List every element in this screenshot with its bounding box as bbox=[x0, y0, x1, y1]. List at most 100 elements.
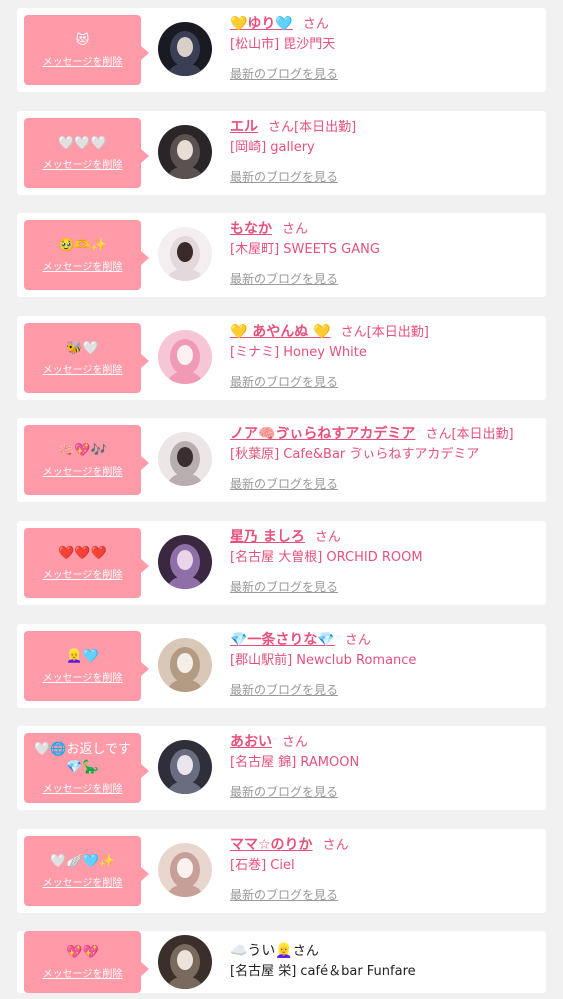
avatar[interactable] bbox=[158, 638, 212, 692]
avatar-photo bbox=[158, 125, 212, 179]
cast-info: 💛ゆり🩵 さん [松山市] 毘沙門天最新のブログを見る bbox=[230, 12, 540, 83]
name-row: 💛ゆり🩵 さん bbox=[230, 12, 540, 34]
cast-name-link: ☁️うい👱‍♀️ bbox=[230, 943, 293, 959]
avatar[interactable] bbox=[158, 125, 212, 179]
message-card: 💖💖 メッセージを削除 ☁️うい👱‍♀️さん [名古屋 栄] café＆bar Fun… bbox=[17, 931, 546, 993]
cast-name-link[interactable]: 💛ゆり🩵 bbox=[230, 16, 293, 32]
shop-name: [名古屋 大曽根] ORCHID ROOM bbox=[230, 550, 423, 565]
shop-name: [松山市] 毘沙門天 bbox=[230, 37, 336, 52]
honorific: さん bbox=[302, 17, 329, 32]
message-text: 👱‍♀️🩵 bbox=[66, 648, 99, 664]
message-card: 🤍🪽🩵✨ メッセージを削除 ママ☆のりか さん [石巻] Ciel 最新のブログを見る bbox=[17, 829, 546, 913]
honorific: さん bbox=[282, 735, 309, 750]
delete-message-link[interactable]: メッセージを削除 bbox=[43, 466, 123, 479]
message-card: 🐝🤍 メッセージを削除 💛 あやんぬ 💛 さん[本日出勤] [ミナミ] Honey Wh… bbox=[17, 316, 546, 400]
cast-name-link[interactable]: ノア🧠ゔぃらねすアカデミア bbox=[230, 426, 415, 442]
shop-name: [岡崎] gallery bbox=[230, 140, 315, 155]
avatar[interactable] bbox=[158, 843, 212, 897]
shop-name: [秋葉原] Cafe&Bar ゔぃらねすアカデミア bbox=[230, 447, 480, 462]
latest-blog-link[interactable]: 最新のブログを見る bbox=[230, 168, 540, 186]
delete-message-link[interactable]: メッセージを削除 bbox=[43, 159, 123, 172]
delete-message-link[interactable]: メッセージを削除 bbox=[43, 968, 123, 981]
message-text: 😻 bbox=[75, 32, 90, 48]
cast-name-link[interactable]: あおい bbox=[230, 734, 272, 750]
avatar[interactable] bbox=[158, 535, 212, 589]
latest-blog-link[interactable]: 最新のブログを見る bbox=[230, 783, 540, 801]
message-text: 🥹🫶✨ bbox=[58, 237, 107, 253]
message-card: 🧠💖🎶 メッセージを削除 ノア🧠ゔぃらねすアカデミア さん[本日出勤] [秋葉原] Ca… bbox=[17, 418, 546, 502]
cast-info: 星乃 ましろ さん [名古屋 大曽根] ORCHID ROOM 最新のブログを見る bbox=[230, 525, 540, 596]
message-bubble: 🤍🤍🤍 メッセージを削除 bbox=[24, 118, 149, 188]
delete-message-link[interactable]: メッセージを削除 bbox=[43, 56, 123, 69]
message-bubble: 🧠💖🎶 メッセージを削除 bbox=[24, 425, 149, 495]
honorific: さん bbox=[322, 838, 349, 853]
honorific: さん bbox=[344, 633, 371, 648]
name-row: 星乃 ましろ さん bbox=[230, 525, 540, 547]
cast-name-link[interactable]: 💎一条さりな💎 bbox=[230, 632, 335, 648]
cast-name-link[interactable]: エル bbox=[230, 119, 258, 135]
attendance-badge: [本日出勤] bbox=[451, 427, 514, 442]
avatar[interactable] bbox=[158, 935, 212, 989]
message-bubble: ❤️❤️❤️ メッセージを削除 bbox=[24, 528, 149, 598]
latest-blog-link[interactable]: 最新のブログを見る bbox=[230, 578, 540, 596]
avatar-photo bbox=[158, 638, 212, 692]
cast-info: あおい さん [名古屋 錦] RAMOON 最新のブログを見る bbox=[230, 730, 540, 801]
message-list: 😻 メッセージを削除 💛ゆり🩵 さん [松山市] 毘沙門天最新のブログを見る 🤍🤍🤍 メッセ… bbox=[0, 0, 563, 999]
avatar[interactable] bbox=[158, 740, 212, 794]
latest-blog-link[interactable]: 最新のブログを見る bbox=[230, 373, 540, 391]
message-bubble: 🐝🤍 メッセージを削除 bbox=[24, 323, 149, 393]
avatar-photo bbox=[158, 330, 212, 384]
latest-blog-link[interactable]: 最新のブログを見る bbox=[230, 270, 540, 288]
shop-name: [名古屋 栄] café＆bar Funfare bbox=[230, 964, 416, 979]
latest-blog-link[interactable]: 最新のブログを見る bbox=[230, 475, 540, 493]
message-card: 🥹🫶✨ メッセージを削除 もなか さん [木屋町] SWEETS GANG 最新のブログを… bbox=[17, 213, 546, 297]
message-text: ❤️❤️❤️ bbox=[58, 545, 107, 561]
avatar[interactable] bbox=[158, 22, 212, 76]
latest-blog-link[interactable]: 最新のブログを見る bbox=[230, 65, 540, 83]
message-bubble: 😻 メッセージを削除 bbox=[24, 15, 149, 85]
message-text: 💖💖 bbox=[66, 944, 99, 960]
name-row: 💎一条さりな💎 さん bbox=[230, 628, 540, 650]
message-bubble: 👱‍♀️🩵 メッセージを削除 bbox=[24, 631, 149, 701]
cast-info: ☁️うい👱‍♀️さん [名古屋 栄] café＆bar Funfare bbox=[230, 939, 540, 983]
avatar-photo bbox=[158, 740, 212, 794]
honorific: さん bbox=[292, 944, 319, 959]
message-bubble: 🤍🪽🩵✨ メッセージを削除 bbox=[24, 836, 149, 906]
latest-blog-link[interactable]: 最新のブログを見る bbox=[230, 886, 540, 904]
latest-blog-link[interactable]: 最新のブログを見る bbox=[230, 681, 540, 699]
cast-name-link[interactable]: 星乃 ましろ bbox=[230, 529, 305, 545]
message-text: 🐝🤍 bbox=[66, 340, 99, 356]
message-text: 🤍🌐お返しです💎🦕 bbox=[34, 741, 131, 775]
delete-message-link[interactable]: メッセージを削除 bbox=[43, 569, 123, 582]
name-row: あおい さん bbox=[230, 730, 540, 752]
attendance-badge: [本日出勤] bbox=[294, 120, 357, 135]
delete-message-link[interactable]: メッセージを削除 bbox=[43, 783, 123, 796]
delete-message-link[interactable]: メッセージを削除 bbox=[43, 364, 123, 377]
delete-message-link[interactable]: メッセージを削除 bbox=[43, 261, 123, 274]
message-card: 🤍🌐お返しです💎🦕 メッセージを削除 あおい さん [名古屋 錦] RAMOON 最新のブ… bbox=[17, 726, 546, 810]
message-text: 🧠💖🎶 bbox=[58, 442, 107, 458]
shop-name: [石巻] Ciel bbox=[230, 858, 295, 873]
message-bubble: 🥹🫶✨ メッセージを削除 bbox=[24, 220, 149, 290]
avatar[interactable] bbox=[158, 432, 212, 486]
avatar[interactable] bbox=[158, 330, 212, 384]
cast-info: エル さん[本日出勤] [岡崎] gallery 最新のブログを見る bbox=[230, 115, 540, 186]
avatar[interactable] bbox=[158, 227, 212, 281]
avatar-photo bbox=[158, 227, 212, 281]
cast-info: もなか さん [木屋町] SWEETS GANG 最新のブログを見る bbox=[230, 217, 540, 288]
cast-name-link[interactable]: もなか bbox=[230, 221, 272, 237]
name-row: ノア🧠ゔぃらねすアカデミア さん[本日出勤] bbox=[230, 422, 540, 444]
message-card: 😻 メッセージを削除 💛ゆり🩵 さん [松山市] 毘沙門天最新のブログを見る bbox=[17, 8, 546, 92]
cast-name-link[interactable]: ママ☆のりか bbox=[230, 837, 313, 853]
delete-message-link[interactable]: メッセージを削除 bbox=[43, 672, 123, 685]
message-bubble: 💖💖 メッセージを削除 bbox=[24, 931, 149, 993]
name-row: 💛 あやんぬ 💛 さん[本日出勤] bbox=[230, 320, 540, 342]
cast-name-link[interactable]: 💛 あやんぬ 💛 bbox=[230, 324, 331, 340]
avatar-photo bbox=[158, 535, 212, 589]
message-card: ❤️❤️❤️ メッセージを削除 星乃 ましろ さん [名古屋 大曽根] ORCHID R… bbox=[17, 521, 546, 605]
delete-message-link[interactable]: メッセージを削除 bbox=[43, 877, 123, 890]
message-text: 🤍🪽🩵✨ bbox=[50, 853, 115, 869]
avatar-photo bbox=[158, 22, 212, 76]
honorific: さん bbox=[425, 427, 452, 442]
attendance-badge: [本日出勤] bbox=[366, 325, 429, 340]
